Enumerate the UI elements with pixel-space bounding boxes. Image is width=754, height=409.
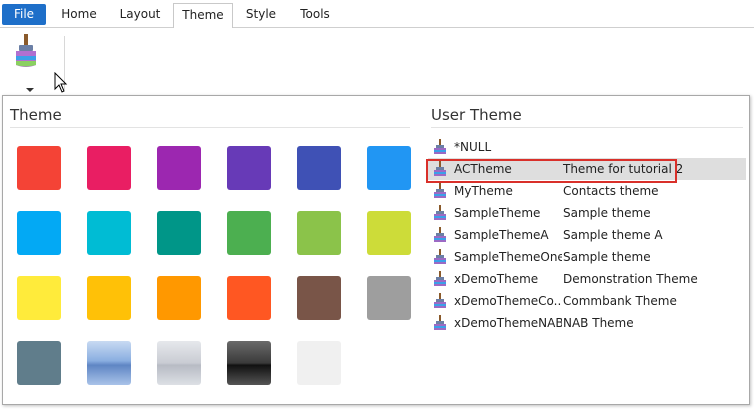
user-theme-row[interactable]: SampleTheme Sample theme xyxy=(428,202,746,224)
user-theme-row[interactable]: *NULL xyxy=(428,136,746,158)
user-theme-section-divider xyxy=(431,127,743,128)
ribbon-body xyxy=(0,28,754,96)
theme-swatch[interactable] xyxy=(17,276,61,320)
theme-swatch[interactable] xyxy=(87,276,131,320)
user-theme-name: SampleThemeA xyxy=(454,228,549,242)
theme-section-divider xyxy=(10,127,410,128)
user-theme-description: Commbank Theme xyxy=(563,294,677,308)
theme-swatch[interactable] xyxy=(297,146,341,190)
user-theme-description: Contacts theme xyxy=(563,184,659,198)
theme-swatch[interactable] xyxy=(297,211,341,255)
user-theme-name: *NULL xyxy=(454,140,492,154)
theme-swatch[interactable] xyxy=(157,211,201,255)
theme-swatch[interactable] xyxy=(87,211,131,255)
selection-highlight-box xyxy=(426,159,677,183)
user-theme-description: Demonstration Theme xyxy=(563,272,698,286)
theme-swatch[interactable] xyxy=(297,276,341,320)
theme-swatch[interactable] xyxy=(17,341,61,385)
user-theme-name: SampleThemeOne xyxy=(454,250,562,264)
tab-style[interactable]: Style xyxy=(239,3,283,28)
user-theme-row[interactable]: xDemoTheme Demonstration Theme xyxy=(428,268,746,290)
user-theme-name: xDemoThemeNAB xyxy=(454,316,562,330)
user-theme-row[interactable]: xDemoThemeNAB NAB Theme xyxy=(428,312,746,334)
theme-brush-button[interactable] xyxy=(6,34,46,94)
theme-swatch[interactable] xyxy=(367,146,411,190)
user-theme-description: Sample theme A xyxy=(563,228,663,242)
user-theme-row[interactable]: MyTheme Contacts theme xyxy=(428,180,746,202)
theme-section-title: Theme xyxy=(10,106,62,124)
theme-swatch[interactable] xyxy=(227,211,271,255)
theme-swatch[interactable] xyxy=(227,341,271,385)
user-theme-name: xDemoTheme xyxy=(454,272,539,286)
theme-swatch[interactable] xyxy=(87,341,131,385)
user-theme-name: MyTheme xyxy=(454,184,513,198)
tab-file[interactable]: File xyxy=(2,4,46,25)
ribbon-tab-bar: File Home Layout Theme Style Tools xyxy=(0,0,754,29)
chevron-down-icon[interactable] xyxy=(26,88,34,92)
theme-swatch[interactable] xyxy=(227,276,271,320)
theme-swatch[interactable] xyxy=(367,276,411,320)
user-theme-name: SampleTheme xyxy=(454,206,541,220)
user-theme-row[interactable]: xDemoThemeCo... Commbank Theme xyxy=(428,290,746,312)
theme-swatch[interactable] xyxy=(17,211,61,255)
theme-swatch[interactable] xyxy=(157,341,201,385)
user-theme-row[interactable]: SampleThemeOne Sample theme xyxy=(428,246,746,268)
user-theme-description: Sample theme xyxy=(563,206,651,220)
theme-swatch[interactable] xyxy=(157,146,201,190)
user-theme-row[interactable]: SampleThemeA Sample theme A xyxy=(428,224,746,246)
theme-swatch[interactable] xyxy=(157,276,201,320)
theme-brush-icon xyxy=(433,315,447,338)
theme-swatch[interactable] xyxy=(367,211,411,255)
paintbrush-icon xyxy=(16,34,36,67)
user-theme-section-title: User Theme xyxy=(431,106,522,124)
user-theme-description: NAB Theme xyxy=(563,316,634,330)
tab-tools[interactable]: Tools xyxy=(290,3,340,28)
theme-swatch[interactable] xyxy=(17,146,61,190)
theme-dropdown-panel: Theme User Theme *NULL ACTheme Theme for t… xyxy=(2,95,750,405)
theme-swatch[interactable] xyxy=(297,341,341,385)
theme-swatch[interactable] xyxy=(227,146,271,190)
tab-home[interactable]: Home xyxy=(52,3,106,28)
tab-layout[interactable]: Layout xyxy=(112,3,168,28)
user-theme-description: Sample theme xyxy=(563,250,651,264)
tab-theme[interactable]: Theme xyxy=(173,3,233,29)
user-theme-name: xDemoThemeCo... xyxy=(454,294,562,308)
theme-swatch[interactable] xyxy=(87,146,131,190)
mouse-cursor-icon xyxy=(54,72,68,93)
